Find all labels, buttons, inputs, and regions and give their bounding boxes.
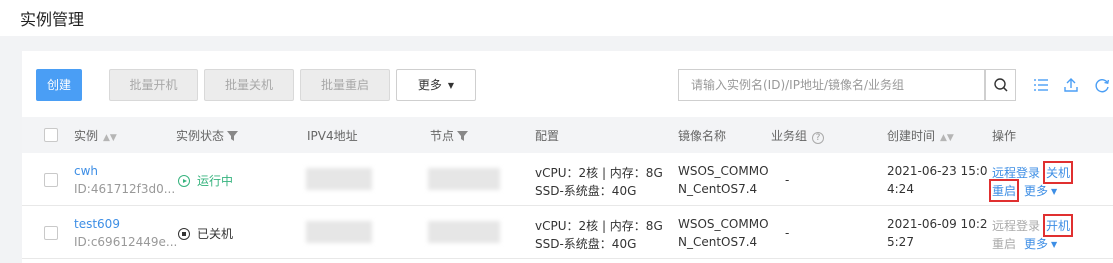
power-on-link[interactable]: 开机 [1042,214,1074,237]
row-checkbox[interactable] [44,173,58,187]
search-button[interactable] [985,69,1016,101]
config-line1: vCPU：2核 | 内存：8G [535,166,663,180]
search-box [678,69,985,101]
batch-restart-button[interactable]: 批量重启 [300,69,390,101]
export-icon[interactable] [1061,75,1081,95]
created-line2: 5:27 [887,235,914,249]
instance-card: 创建 批量开机 批量关机 批量重启 更多 ▼ 实例▲▼ 实例状态 IPV4地址 节… [22,51,1113,263]
more-label: 更多 [417,78,442,92]
image-line2: N_CentOS7.4 [678,182,758,196]
table-row: cwh ID:461712f3d0... 运行中 vCPU：2核 | 内存：8G… [22,153,1113,206]
image-line2: N_CentOS7.4 [678,235,758,249]
config-line2: SSD-系统盘：40G [535,184,637,198]
header-node[interactable]: 节点 [430,127,469,144]
search-input[interactable] [679,70,985,100]
restart-link: 重启 [992,237,1017,251]
header-config: 配置 [535,129,560,143]
created-line1: 2021-06-23 15:0 [887,164,988,178]
ipv4-redacted [306,221,372,243]
table-header: 实例 ▲▼ 实例状态 IPV4地址 节点 配置 镜像名称 业务组? 创建时间 ▲▼ … [22,117,1113,153]
create-button[interactable]: 创建 [36,69,82,101]
page-header: 实例管理 [0,0,1113,36]
node-redacted [428,168,500,190]
header-instance[interactable]: 实例 ▲▼ [74,127,117,144]
sort-icon[interactable]: ▲▼ [103,133,117,143]
search-icon [994,78,1008,92]
status-cell: 运行中 [178,172,233,189]
instance-id: ID:c69612449e... [74,235,178,249]
header-created[interactable]: 创建时间 ▲▼ [887,127,954,144]
table-row: test609 ID:c69612449e... 已关机 vCPU：2核 | 内… [22,206,1113,259]
instance-name-link[interactable]: test609 [74,217,120,231]
image-line1: WSOS_COMMO [678,217,769,231]
column-settings-icon[interactable] [1031,75,1051,95]
row-checkbox[interactable] [44,226,58,240]
running-status-icon [178,175,190,187]
restart-link[interactable]: 重启 [988,179,1020,202]
batch-start-button[interactable]: 批量开机 [109,69,198,101]
config-line1: vCPU：2核 | 内存：8G [535,219,663,233]
caret-down-icon: ▼ [1051,187,1058,196]
more-actions-link[interactable]: 更多 ▼ [1024,235,1057,252]
more-button[interactable]: 更多 ▼ [396,69,476,101]
header-ipv4: IPV4地址 [307,129,358,143]
created-line2: 4:24 [887,182,914,196]
more-actions-link[interactable]: 更多 ▼ [1024,182,1057,199]
header-status[interactable]: 实例状态 [176,127,239,144]
instance-id: ID:461712f3d0... [74,182,176,196]
power-off-link[interactable]: 关机 [1042,161,1074,184]
image-line1: WSOS_COMMO [678,164,769,178]
remote-login-link: 远程登录 [992,219,1041,233]
remote-login-link[interactable]: 远程登录 [992,164,1040,181]
ipv4-redacted [306,168,372,190]
config-line2: SSD-系统盘：40G [535,237,637,251]
node-redacted [428,221,500,243]
business-group: - [785,226,790,240]
select-all-checkbox[interactable] [44,128,58,142]
business-group: - [785,173,790,187]
caret-down-icon: ▼ [1051,240,1058,249]
help-icon[interactable]: ? [812,132,825,144]
stopped-status-icon [178,228,190,240]
header-business-group: 业务组? [771,127,825,144]
caret-down-icon: ▼ [447,81,455,90]
sort-icon[interactable]: ▲▼ [940,133,954,143]
filter-icon[interactable] [227,131,239,141]
status-cell: 已关机 [178,225,233,242]
instance-name-link[interactable]: cwh [74,164,98,178]
created-line1: 2021-06-09 10:2 [887,217,988,231]
page-title: 实例管理 [20,10,85,29]
batch-stop-button[interactable]: 批量关机 [204,69,294,101]
refresh-icon[interactable] [1092,75,1112,95]
header-actions: 操作 [992,129,1017,143]
filter-icon[interactable] [457,131,469,141]
header-image: 镜像名称 [678,129,727,143]
